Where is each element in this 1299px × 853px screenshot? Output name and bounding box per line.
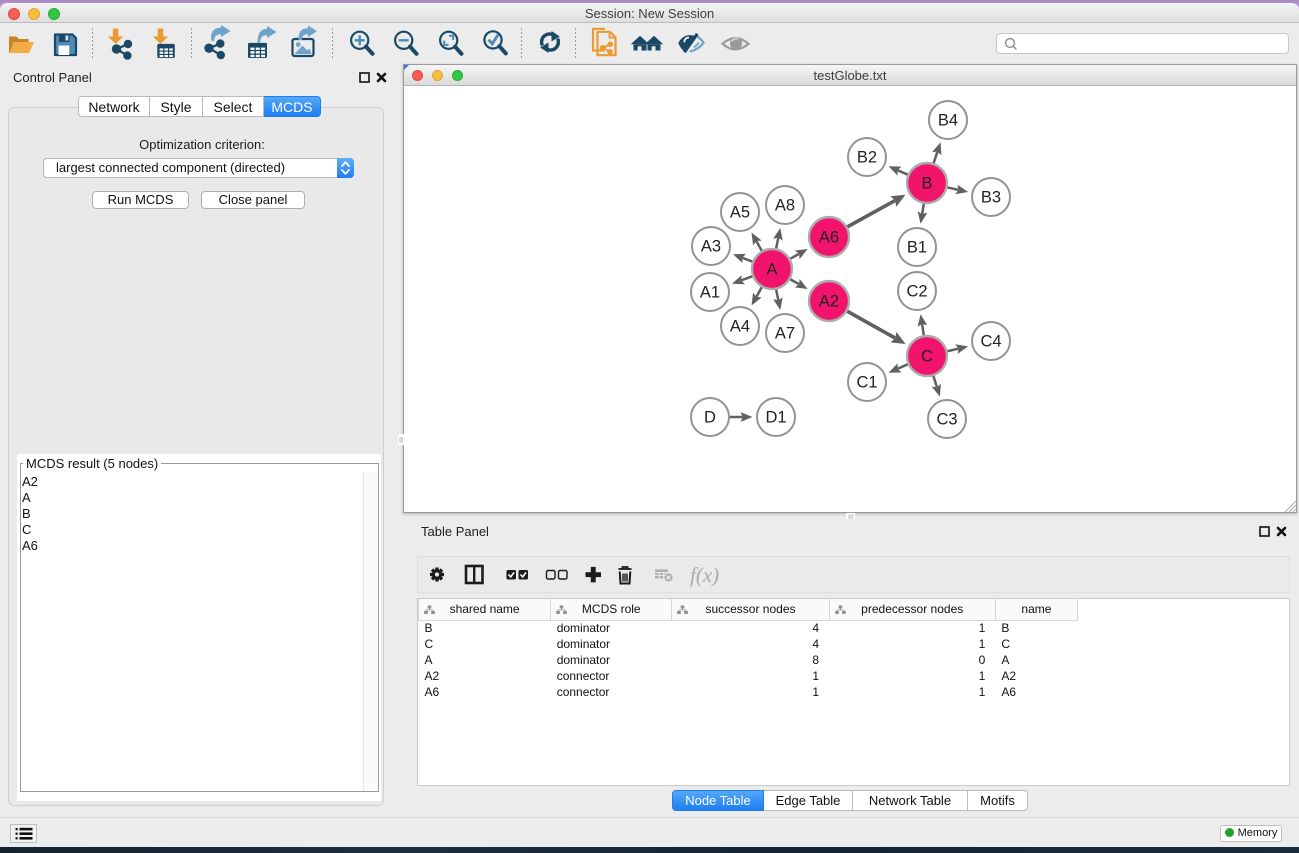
svg-text:A7: A7	[775, 325, 795, 343]
svg-text:A4: A4	[730, 318, 750, 336]
svg-text:A: A	[766, 261, 777, 279]
svg-text:f(x): f(x)	[690, 563, 719, 587]
svg-text:A6: A6	[819, 229, 839, 247]
svg-text:C1: C1	[856, 374, 877, 392]
svg-text:D: D	[704, 409, 716, 427]
svg-text:A1: A1	[700, 284, 720, 302]
svg-text:B: B	[921, 175, 932, 193]
svg-text:C: C	[921, 348, 933, 366]
svg-text:A5: A5	[730, 204, 750, 222]
svg-text:B3: B3	[981, 189, 1001, 207]
svg-text:A3: A3	[701, 238, 721, 256]
svg-text:B4: B4	[938, 112, 958, 130]
svg-text:C2: C2	[906, 283, 927, 301]
svg-text:B1: B1	[907, 239, 927, 257]
svg-text:A8: A8	[775, 197, 795, 215]
svg-text:B2: B2	[857, 149, 877, 167]
svg-text:A2: A2	[819, 293, 839, 311]
svg-text:D1: D1	[765, 409, 786, 427]
svg-text:C3: C3	[936, 411, 957, 429]
svg-text:C4: C4	[980, 333, 1001, 351]
